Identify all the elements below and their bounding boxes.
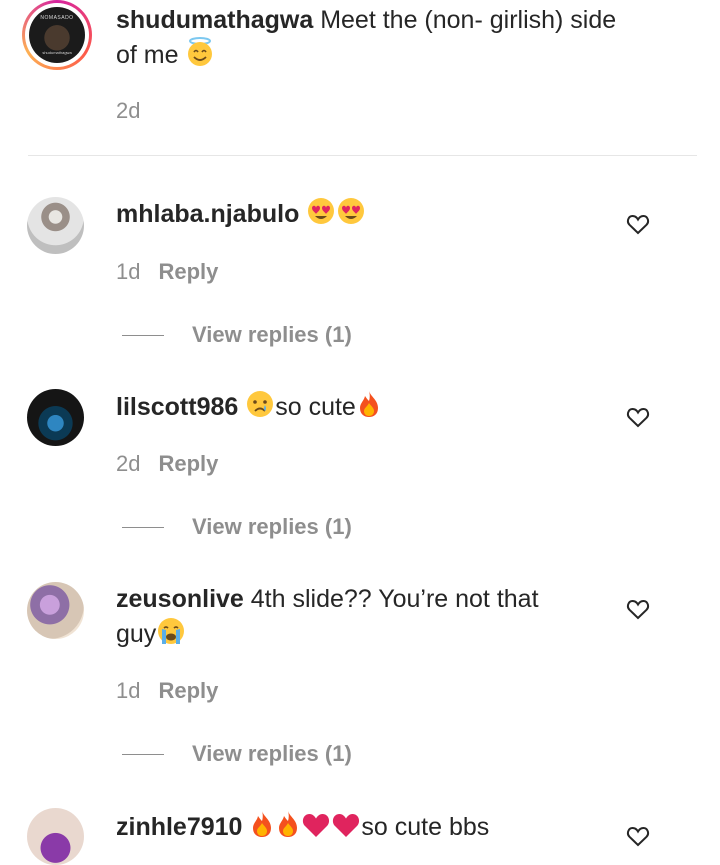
comment-avatar[interactable] <box>27 389 84 446</box>
comment-body: 4th slide?? You’re not that <box>250 585 539 613</box>
avatar-text-top: NOMASADO <box>40 15 74 21</box>
smiling-face-with-halo-icon <box>185 37 215 76</box>
caption-divider <box>28 155 697 156</box>
comment-text: zinhle7910 so cute bbs <box>116 809 616 848</box>
caption-time: 2d <box>116 98 141 123</box>
fire-icon <box>356 389 382 428</box>
comment-time: 1d <box>116 678 141 703</box>
view-replies-button[interactable]: View replies (1) <box>192 741 352 767</box>
comment-username[interactable]: zinhle7910 <box>116 813 242 841</box>
crying-face-icon <box>245 389 275 428</box>
view-replies-line <box>122 335 164 336</box>
comment-text: lilscott986 so cute <box>116 389 616 428</box>
caption-username[interactable]: shudumathagwa <box>116 6 313 34</box>
comment-username[interactable]: zeusonlive <box>116 585 244 613</box>
red-heart-icon <box>301 811 331 848</box>
comment-username[interactable]: lilscott986 <box>116 393 238 421</box>
comment-meta: 1d Reply <box>116 678 218 704</box>
caption-body-line2: of me <box>116 41 179 69</box>
caption-meta: 2d <box>116 98 140 124</box>
like-heart-icon[interactable] <box>626 213 650 235</box>
avatar-text-bottom: shudumathagwa <box>42 50 72 55</box>
comment-avatar[interactable] <box>27 582 84 639</box>
comment-meta: 2d Reply <box>116 451 218 477</box>
post-caption: NOMASADO shudumathagwa shudumathagwa Mee… <box>0 0 720 156</box>
view-replies-line <box>122 754 164 755</box>
comment-body-line2: guy <box>116 620 157 648</box>
caption-avatar[interactable]: NOMASADO shudumathagwa <box>29 7 85 63</box>
comment-meta: 1d Reply <box>116 259 218 285</box>
fire-icon <box>275 809 301 848</box>
heart-eyes-icon <box>306 196 336 235</box>
reply-button[interactable]: Reply <box>158 678 218 703</box>
comment-time: 2d <box>116 451 141 476</box>
like-heart-icon[interactable] <box>626 406 650 428</box>
fire-icon <box>249 809 275 848</box>
comment-body: so cute bbs <box>361 813 490 841</box>
reply-button[interactable]: Reply <box>158 259 218 284</box>
caption-avatar-story-ring[interactable]: NOMASADO shudumathagwa <box>22 0 92 70</box>
caption-body: Meet the (non- girlish) side <box>320 6 617 34</box>
comment-time: 1d <box>116 259 141 284</box>
comment-avatar[interactable] <box>27 808 84 865</box>
heart-eyes-icon <box>336 196 366 235</box>
comment-text: mhlaba.njabulo <box>116 196 616 235</box>
loudly-crying-face-icon <box>156 616 186 655</box>
red-heart-icon <box>331 811 361 848</box>
comment-avatar[interactable] <box>27 197 84 254</box>
caption-avatar-gap: NOMASADO shudumathagwa <box>25 3 89 67</box>
view-replies-button[interactable]: View replies (1) <box>192 514 352 540</box>
like-heart-icon[interactable] <box>626 598 650 620</box>
comment-text: zeusonlive 4th slide?? You’re not that g… <box>116 582 616 655</box>
view-replies-line <box>122 527 164 528</box>
comment-username[interactable]: mhlaba.njabulo <box>116 200 299 228</box>
view-replies-button[interactable]: View replies (1) <box>192 322 352 348</box>
reply-button[interactable]: Reply <box>158 451 218 476</box>
caption-text: shudumathagwa Meet the (non- girlish) si… <box>116 3 676 76</box>
comment-body: so cute <box>275 393 356 421</box>
